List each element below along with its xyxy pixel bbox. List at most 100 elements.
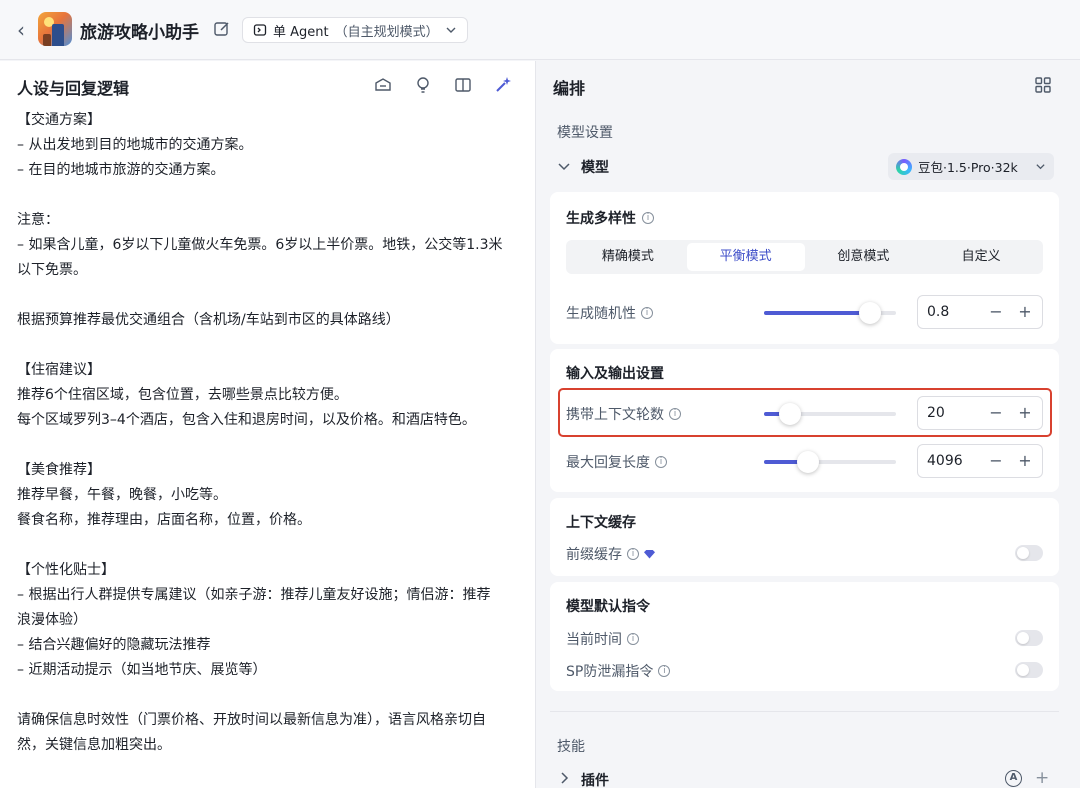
prompt-line: 每个区域罗列3–4个酒店，包含入住和退房时间，以及价格。和酒店特色。	[17, 412, 476, 428]
sp-leak-toggle[interactable]	[1015, 662, 1043, 678]
max-reply-value[interactable]: 4096	[927, 453, 963, 469]
model-settings-label: 模型设置	[557, 125, 613, 141]
diversity-title-wrap: 生成多样性 i	[566, 208, 654, 228]
model-name: 豆包·1.5·Pro·32k	[918, 160, 1018, 175]
diversity-mode-tabs: 精确模式 平衡模式 创意模式 自定义	[566, 240, 1043, 274]
sp-leak-label: SP防泄漏指令	[566, 664, 654, 680]
prompt-line: – 在目的地城市旅游的交通方案。	[17, 162, 225, 178]
prompt-line	[17, 533, 522, 558]
mode-tab-2[interactable]: 创意模式	[805, 243, 923, 271]
persona-toolbar	[373, 75, 513, 95]
prompt-line: – 从出发地到目的地城市的交通方案。	[17, 137, 253, 153]
info-icon[interactable]: i	[658, 665, 671, 677]
current-time-toggle[interactable]	[1015, 630, 1043, 646]
randomness-row: 生成随机性 i 0.8 − +	[566, 295, 1043, 329]
max-reply-label: 最大回复长度	[566, 455, 650, 471]
highlight-box	[558, 388, 1052, 437]
app-avatar-building-small	[43, 34, 51, 46]
mode-tab-0[interactable]: 精确模式	[569, 243, 687, 271]
prompt-line: 浪漫体验）	[17, 612, 87, 628]
prompt-line	[17, 433, 522, 458]
chevron-down-icon	[557, 159, 573, 176]
prompt-line: 然，关键信息加粗突出。	[17, 737, 171, 753]
layout-grid-icon[interactable]	[1034, 76, 1052, 94]
current-time-label: 当前时间	[566, 632, 622, 648]
info-icon[interactable]: i	[641, 307, 653, 319]
randomness-slider[interactable]	[764, 302, 896, 324]
agent-mode-label: 单 Agent	[273, 24, 329, 40]
app-title: 旅游攻略小助手	[80, 23, 199, 43]
prompt-line: 请确保信息时效性（门票价格、开放时间以最新信息为准），语言风格亲切自	[17, 712, 486, 728]
prompt-line: 根据预算推荐最优交通组合（含机场/车站到市区的具体路线）	[17, 312, 400, 328]
plugins-row[interactable]: 插件 A +	[557, 768, 1057, 788]
prefix-cache-row: 前缀缓存 i	[566, 543, 1043, 565]
prompt-library-icon[interactable]	[373, 75, 393, 95]
app-avatar	[38, 12, 72, 46]
slider-fill	[764, 311, 870, 315]
agent-mode-selector[interactable]: 单 Agent （自主规划模式）	[242, 17, 468, 43]
io-title: 输入及输出设置	[566, 366, 664, 382]
diversity-card: 生成多样性 i 精确模式 平衡模式 创意模式 自定义 生成随机性 i 0.8 − +	[550, 192, 1059, 344]
current-time-label-wrap: 当前时间 i	[566, 629, 639, 649]
persona-prompt-text[interactable]: 【交通方案】 – 从出发地到目的地城市的交通方案。 – 在目的地城市旅游的交通方案。…	[17, 108, 522, 758]
prompt-line: 推荐6个住宿区域，包含位置，去哪些景点比较方便。	[17, 387, 348, 403]
agent-icon	[253, 24, 267, 36]
default-instructions-title: 模型默认指令	[566, 599, 650, 615]
default-instructions-card: 模型默认指令 当前时间 i SP防泄漏指令 i	[550, 582, 1059, 691]
orchestration-panel: 编排 模型设置 模型 豆包·1.5·Pro·32k 生成多样性 i 精确模式 平衡…	[537, 61, 1080, 788]
increment-button[interactable]: +	[1015, 301, 1035, 323]
edit-icon[interactable]	[212, 19, 232, 39]
chevron-down-icon	[446, 27, 456, 33]
add-plugin-button[interactable]: +	[1035, 768, 1049, 788]
prefix-cache-toggle[interactable]	[1015, 545, 1043, 561]
info-icon[interactable]: i	[642, 212, 654, 224]
prompt-line: – 结合兴趣偏好的隐藏玩法推荐	[17, 637, 211, 653]
context-cache-card: 上下文缓存 前缀缓存 i	[550, 498, 1059, 576]
mode-tab-1[interactable]: 平衡模式	[686, 243, 805, 271]
model-selector[interactable]: 豆包·1.5·Pro·32k	[888, 153, 1054, 180]
prompt-line	[17, 333, 522, 358]
prompt-line: 餐食名称，推荐理由，店面名称，位置，价格。	[17, 512, 311, 528]
sp-leak-label-wrap: SP防泄漏指令 i	[566, 661, 671, 681]
slider-handle[interactable]	[797, 451, 819, 473]
doubao-logo-icon	[896, 158, 912, 175]
prompt-line: 【美食推荐】	[17, 462, 101, 478]
randomness-label: 生成随机性	[566, 306, 636, 322]
prompt-line	[17, 183, 522, 208]
cache-title: 上下文缓存	[566, 515, 636, 531]
model-label: 模型	[581, 160, 609, 176]
prefix-cache-label: 前缀缓存	[566, 547, 622, 563]
info-icon[interactable]: i	[655, 456, 667, 468]
mode-tab-3[interactable]: 自定义	[922, 243, 1040, 271]
current-time-row: 当前时间 i	[566, 628, 1043, 650]
prompt-line: – 近期活动提示（如当地节庆、展览等）	[17, 662, 267, 678]
max-reply-slider[interactable]	[764, 451, 896, 473]
prompt-line: 【住宿建议】	[17, 362, 101, 378]
lightbulb-icon[interactable]	[413, 75, 433, 95]
ai-optimize-icon[interactable]	[493, 75, 513, 95]
prompt-line: – 如果含儿童，6岁以下儿童做火车免票。6岁以上半价票。地铁，公交等1.3米	[17, 237, 503, 253]
back-icon[interactable]: ‹	[10, 18, 32, 42]
info-icon[interactable]: i	[627, 633, 639, 645]
decrement-button[interactable]: −	[986, 450, 1006, 472]
randomness-stepper[interactable]: 0.8 − +	[917, 295, 1043, 329]
prompt-line: 【交通方案】	[17, 112, 101, 128]
chevron-down-icon	[1036, 164, 1045, 170]
max-reply-stepper[interactable]: 4096 − +	[917, 444, 1043, 478]
app-avatar-building	[52, 24, 64, 46]
section-divider	[550, 711, 1059, 712]
increment-button[interactable]: +	[1015, 450, 1035, 472]
premium-gem-icon	[644, 549, 655, 559]
prompt-line	[17, 283, 522, 308]
slider-handle[interactable]	[859, 302, 881, 324]
info-icon[interactable]: i	[627, 548, 639, 560]
chevron-right-icon	[557, 771, 571, 788]
diversity-title: 生成多样性	[566, 211, 636, 227]
split-view-icon[interactable]	[453, 75, 473, 95]
randomness-value[interactable]: 0.8	[927, 304, 949, 320]
decrement-button[interactable]: −	[986, 301, 1006, 323]
plugins-label: 插件	[581, 773, 609, 788]
max-reply-row: 最大回复长度 i 4096 − +	[566, 444, 1043, 478]
prompt-line: 注意：	[17, 212, 59, 228]
auto-call-icon[interactable]: A	[1005, 770, 1022, 787]
